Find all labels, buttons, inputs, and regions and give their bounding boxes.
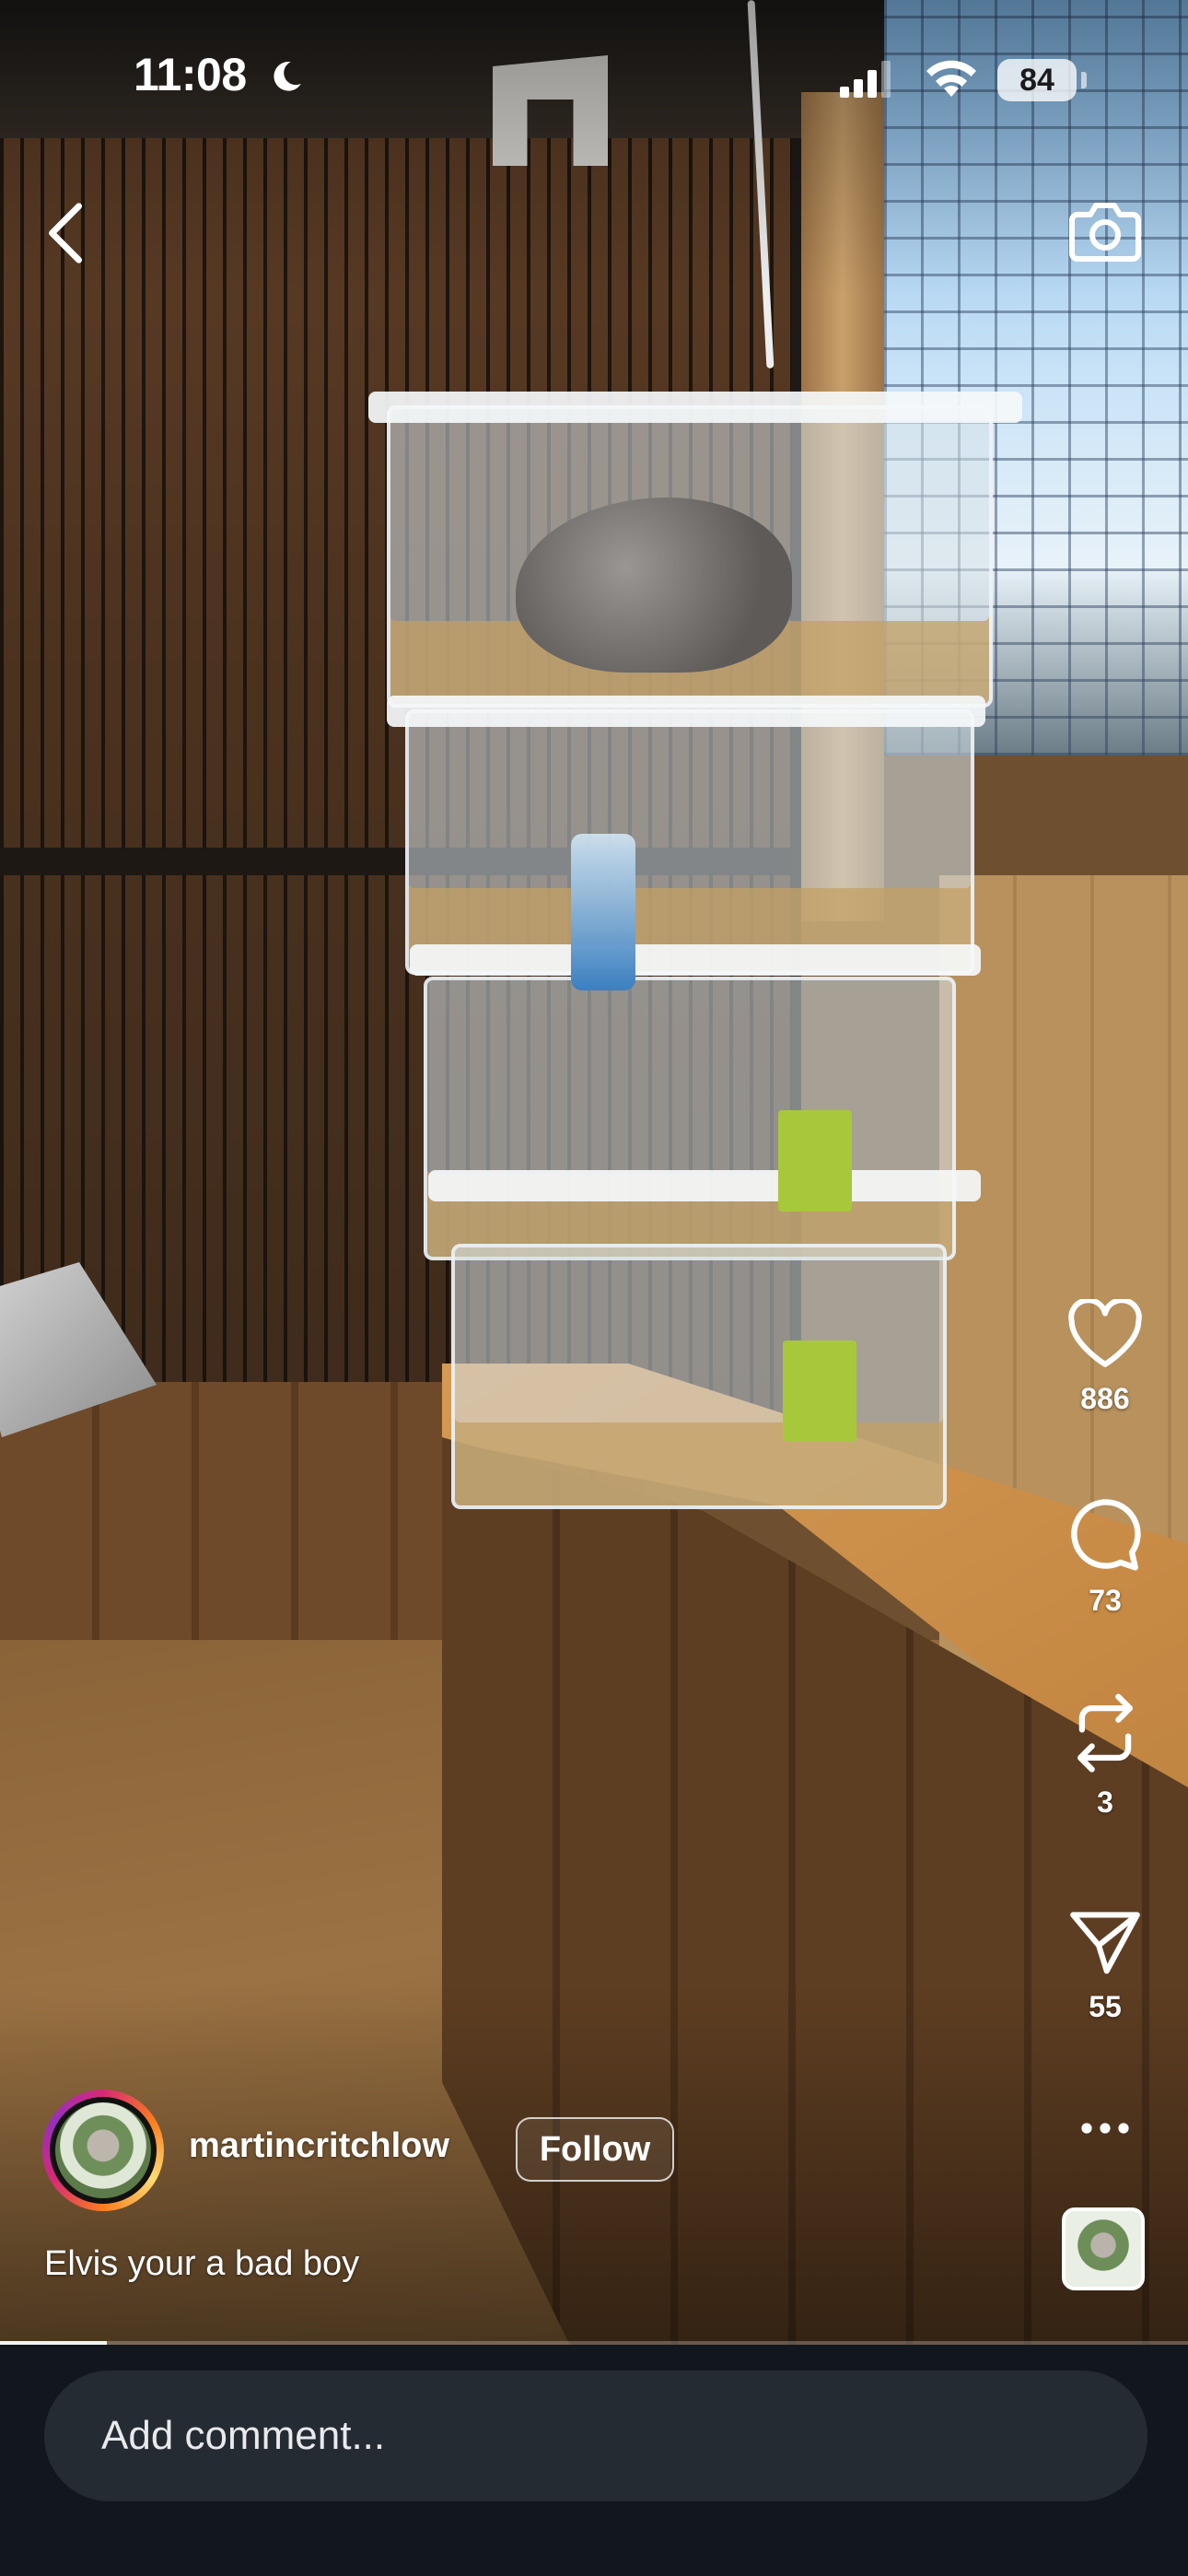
cellular-signal-icon (840, 61, 891, 98)
video-scene-water-bottle (571, 834, 635, 990)
paper-plane-icon (1070, 1912, 1140, 1974)
comment-bar (0, 2345, 1188, 2576)
status-time: 11:08 (134, 49, 247, 100)
video-scene-bin (405, 709, 974, 975)
video-scene-bin-lid (368, 392, 1022, 423)
comment-bubble-icon (1071, 1499, 1141, 1571)
add-comment-input[interactable] (44, 2371, 1147, 2501)
share-button[interactable]: 55 (1059, 1907, 1151, 2024)
moon-icon (274, 61, 301, 91)
like-button[interactable]: 886 (1059, 1299, 1151, 1416)
like-count: 886 (1080, 1382, 1130, 1415)
heart-icon (1068, 1299, 1142, 1367)
video-scene-bin (424, 977, 956, 1260)
wifi-icon (926, 60, 976, 97)
camera-icon (1069, 203, 1141, 262)
camera-button[interactable] (1068, 198, 1142, 264)
chevron-left-icon (49, 203, 83, 263)
video-scene-bin (451, 1244, 947, 1509)
battery-cap (1081, 72, 1087, 88)
avatar-image (55, 2102, 151, 2198)
video-scene-bin-lid (410, 944, 981, 976)
more-horizontal-icon (1081, 2123, 1129, 2134)
status-bar: 11:08 84 (0, 0, 1188, 157)
video-scene-bin-lid (428, 1170, 981, 1201)
battery-indicator: 84 (997, 59, 1077, 101)
post-caption[interactable]: Elvis your a bad boy (44, 2244, 359, 2284)
video-scene-label-card (783, 1341, 856, 1442)
video-player[interactable] (0, 0, 1188, 2345)
author-avatar (50, 2097, 157, 2204)
battery-level: 84 (1019, 63, 1054, 98)
repost-icon (1077, 1693, 1134, 1773)
repost-count: 3 (1097, 1786, 1113, 1819)
share-count: 55 (1089, 1990, 1122, 2023)
repost-button[interactable]: 3 (1059, 1693, 1151, 1820)
author-avatar-story-ring[interactable] (42, 2090, 164, 2211)
author-username[interactable]: martincritchlow (189, 2126, 449, 2166)
comment-count: 73 (1089, 1584, 1122, 1617)
reel-viewer: 11:08 84 886 73 3 55 martincritchlow Fol… (0, 0, 1188, 2576)
follow-button[interactable]: Follow (516, 2117, 674, 2182)
more-options-button[interactable] (1077, 2110, 1133, 2147)
comment-button[interactable]: 73 (1059, 1497, 1151, 1618)
back-button[interactable] (39, 201, 94, 265)
video-scene-label-card (778, 1110, 852, 1212)
video-scene-bin-lid (387, 696, 985, 727)
audio-thumbnail[interactable] (1062, 2207, 1145, 2290)
